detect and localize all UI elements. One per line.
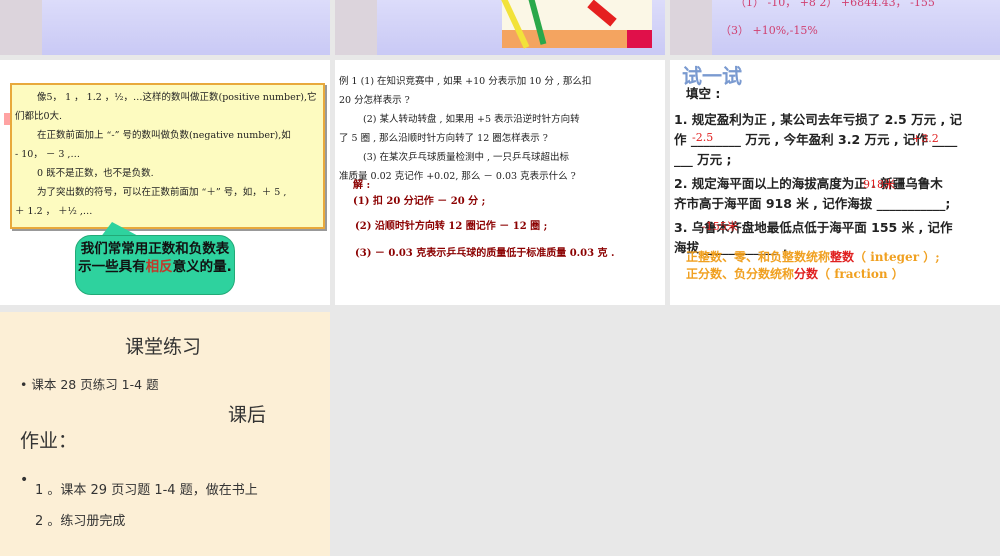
example-line: (2) 某人转动转盘 , 如果用 +5 表示沿逆时针方向转 — [363, 114, 580, 125]
note-line: 们都比0大. — [15, 111, 63, 122]
question-line: 1. 规定盈利为正 , 某公司去年亏损了 2.5 万元 , 记 — [674, 112, 963, 127]
homework-item: 1 。课本 29 页习题 1-4 题，做在书上 — [35, 483, 258, 498]
note-line: - 10， － 3 ,… — [15, 149, 80, 160]
homework-item: 2 。练习册完成 — [35, 514, 126, 529]
note-line: 为了突出数的符号，可以在正数前面加 “＋” 号，如，＋ 5 , — [37, 187, 287, 198]
slide-decoration — [0, 0, 42, 55]
answer-line: (2) 沿顺时针方向转 12 圈记作 － 12 圈 ; — [355, 221, 548, 232]
bullet-item: • 课本 28 页练习 1-4 题 — [20, 377, 159, 392]
slide-thumbnail-1[interactable] — [0, 0, 330, 55]
slide-thumbnail-5[interactable]: 例 1 (1) 在知识竞赛中 , 如果 +10 分表示加 10 分 , 那么扣 … — [335, 60, 665, 305]
answer-fill: -2.5 — [692, 131, 714, 144]
example-line: 准质量 0.02 克记作 +0.02, 那么 － 0.03 克表示什么 ? — [339, 171, 576, 182]
note-line: 在正数前面加上 “-” 号的数叫做负数(negative number),如 — [37, 130, 291, 141]
answer-fill: 918米 — [863, 178, 895, 191]
summary-term: 分数 — [794, 267, 819, 281]
definition-note: 像5， 1 ， 1.2 ，½，…这样的数叫做正数(positive number… — [10, 83, 325, 229]
summary-text: （ fraction ） — [818, 267, 904, 281]
slide-thumbnail-6[interactable]: 试一试 填空 : 1. 规定盈利为正 , 某公司去年亏损了 2.5 万元 , 记… — [670, 60, 1000, 305]
slide-decoration — [335, 0, 377, 55]
slide-title: 课堂练习 — [125, 336, 202, 358]
summary-fraction: 正分数、负分数统称分数（ fraction ） — [686, 265, 904, 282]
note-line: ＋ 1.2 ， ＋½ ,… — [15, 206, 93, 217]
example-line: 20 分怎样表示 ? — [339, 95, 410, 106]
answer-fill: +3.2 — [912, 132, 939, 145]
answer-line: （1） -10， +8 2） +6844.43， -155 — [735, 0, 935, 9]
slide-thumbnail-7[interactable]: 课堂练习 • 课本 28 页练习 1-4 题 课后 作业： • 1 。课本 29… — [0, 312, 330, 556]
slide-subtitle: 填空 : — [686, 86, 721, 101]
answer-line: （3） +10%,-15% — [720, 24, 818, 37]
homework-heading: 作业： — [20, 430, 78, 452]
pens-drawing-image — [500, 0, 652, 49]
slide-thumbnail-4[interactable]: 像5， 1 ， 1.2 ，½，…这样的数叫做正数(positive number… — [0, 60, 330, 305]
slide-thumbnail-2[interactable] — [335, 0, 665, 55]
callout-highlight: 相反 — [145, 259, 173, 275]
example-line: 了 5 圈 , 那么沿顺时针方向转了 12 圈怎样表示 ? — [339, 133, 548, 144]
bullet-text: 课本 28 页练习 1-4 题 — [31, 377, 159, 392]
summary-text: （ integer ）; — [854, 250, 940, 264]
example-line: (3) 在某次乒乓球质量检测中 , 一只乒乓球超出标 — [363, 152, 570, 163]
callout-text: 意义的量. — [172, 259, 232, 275]
slide-thumbnail-3[interactable]: （1） -10， +8 2） +6844.43， -155 （3） +10%,-… — [670, 0, 1000, 55]
summary-text: 正整数、零、和负整数统称 — [686, 250, 831, 264]
callout-bubble: 我们常常用正数和负数表示一些具有相反意义的量. — [75, 235, 235, 295]
question-line: 2. 规定海平面以上的海拔高度为正 . 新疆乌鲁木 — [674, 176, 943, 191]
answer-fill: -155米 — [702, 220, 738, 233]
note-line: 像5， 1 ， 1.2 ，½，…这样的数叫做正数(positive number… — [37, 92, 317, 103]
example-text: 例 1 (1) 在知识竞赛中 , 如果 +10 分表示加 10 分 , 那么扣 … — [339, 72, 664, 186]
example-line: 例 1 (1) 在知识竞赛中 , 如果 +10 分表示加 10 分 , 那么扣 — [339, 76, 592, 87]
slide-decoration — [670, 0, 712, 55]
question-line: 作 ________ 万元 , 今年盈利 3.2 万元 , 记作 ____ — [674, 132, 958, 147]
answer-line: (1) 扣 20 分记作 － 20 分 ; — [353, 196, 486, 207]
summary-term: 整数 — [830, 250, 855, 264]
answer-label: 解 : — [353, 180, 371, 191]
summary-integer: 正整数、零、和负整数统称整数（ integer ）; — [686, 248, 940, 265]
homework-heading: 课后 — [228, 404, 267, 426]
note-line: 0 既不是正数，也不是负数. — [37, 168, 154, 179]
bullet-dot: • — [20, 472, 29, 488]
question-line: ___ 万元 ; — [674, 152, 732, 167]
summary-text: 正分数、负分数统称 — [686, 267, 795, 281]
question-line: 齐市高于海平面 918 米 , 记作海拔 ___________; — [674, 196, 951, 211]
answer-line: (3) － 0.03 克表示乒乓球的质量低于标准质量 0.03 克 . — [355, 248, 615, 259]
